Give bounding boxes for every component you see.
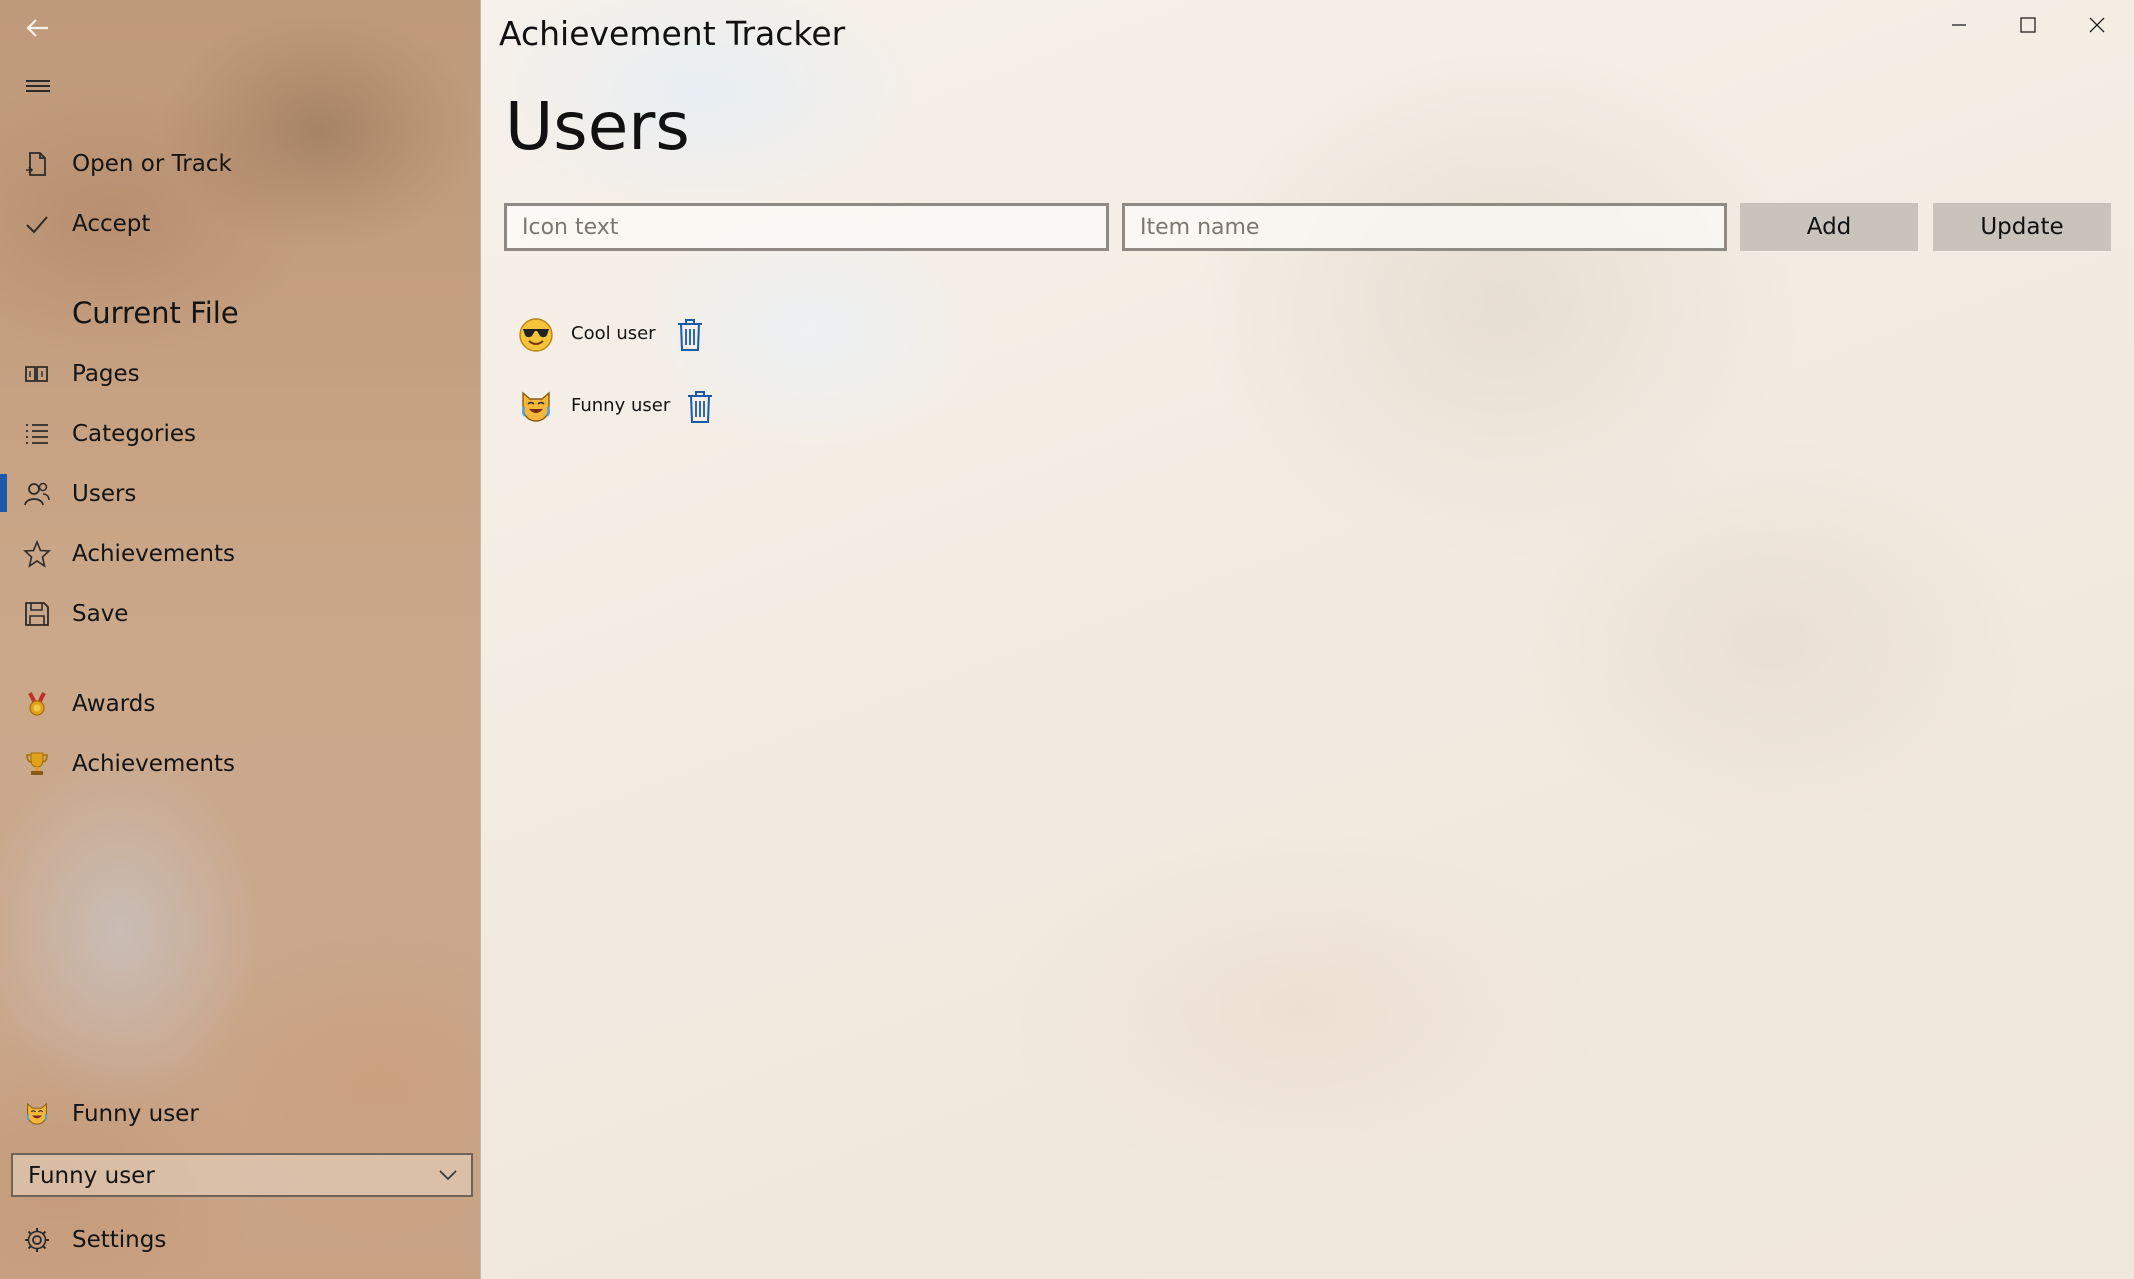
nav-item-users[interactable]: Users (0, 464, 480, 524)
user-name: Funny user (571, 395, 671, 416)
trash-icon (678, 319, 702, 351)
nav-item-label: Accept (72, 211, 151, 237)
section-header-current-file: Current File (72, 296, 239, 330)
open-document-icon (22, 149, 52, 179)
trash-icon (688, 391, 712, 423)
nav-item-save[interactable]: Save (0, 584, 480, 644)
page-title: Users (505, 88, 690, 165)
back-arrow-icon (26, 19, 48, 37)
save-icon (22, 599, 52, 629)
nav-item-label: Pages (72, 361, 140, 387)
medal-icon (22, 689, 52, 719)
nav-item-pages[interactable]: Pages (0, 344, 480, 404)
nav-item-categories[interactable]: Categories (0, 404, 480, 464)
star-icon (22, 539, 52, 569)
list-item[interactable]: Cool user (518, 313, 718, 357)
nav-item-label: Awards (72, 691, 156, 717)
cat-joy-icon (22, 1099, 52, 1129)
minimize-button[interactable] (1925, 0, 1993, 50)
nav-item-label: Categories (72, 421, 196, 447)
user-select-dropdown[interactable]: Funny user (11, 1153, 473, 1197)
nav-item-awards[interactable]: Awards (0, 674, 480, 734)
nav-item-achievements-trophy[interactable]: Achievements (0, 734, 480, 794)
nav-item-label: Achievements (72, 751, 235, 777)
gear-icon (22, 1225, 52, 1255)
close-icon (2089, 17, 2105, 33)
checkmark-icon (22, 209, 52, 239)
nav-item-achievements[interactable]: Achievements (0, 524, 480, 584)
main-content: Achievement Tracker Users Add Update Coo… (481, 0, 2134, 1279)
nav-item-label: Settings (72, 1227, 167, 1253)
nav-item-current-user[interactable]: Funny user (0, 1084, 480, 1144)
nav-item-open-or-track[interactable]: Open or Track (0, 134, 480, 194)
nav-item-settings[interactable]: Settings (0, 1210, 480, 1270)
people-icon (22, 479, 52, 509)
nav-item-label: Open or Track (72, 151, 232, 177)
back-button[interactable] (18, 8, 58, 48)
list-item[interactable]: Funny user (518, 385, 728, 429)
add-button[interactable]: Add (1740, 203, 1918, 251)
item-name-input[interactable] (1122, 203, 1727, 251)
hamburger-icon (26, 80, 50, 92)
cat-joy-icon (522, 391, 550, 422)
user-name: Cool user (571, 323, 656, 344)
nav-item-accept[interactable]: Accept (0, 194, 480, 254)
hamburger-menu-button[interactable] (18, 66, 58, 106)
current-user-label: Funny user (72, 1101, 199, 1127)
navigation-pane: Open or Track Accept Current File Pages … (0, 0, 481, 1279)
delete-button[interactable] (685, 389, 715, 425)
maximize-icon (2020, 17, 2036, 33)
list-icon (22, 419, 52, 449)
icon-text-input[interactable] (504, 203, 1109, 251)
pages-icon (22, 359, 52, 389)
update-button[interactable]: Update (1933, 203, 2111, 251)
chevron-down-icon (439, 1170, 457, 1181)
nav-item-label: Save (72, 601, 129, 627)
close-button[interactable] (2063, 0, 2131, 50)
user-select-value: Funny user (28, 1163, 155, 1189)
delete-button[interactable] (675, 317, 705, 353)
smiling-face-with-sunglasses-icon (519, 318, 553, 352)
maximize-button[interactable] (1994, 0, 2062, 50)
nav-item-label: Users (72, 481, 137, 507)
minimize-icon (1952, 24, 1966, 26)
app-title: Achievement Tracker (499, 14, 846, 53)
trophy-icon (22, 749, 52, 779)
nav-item-label: Achievements (72, 541, 235, 567)
